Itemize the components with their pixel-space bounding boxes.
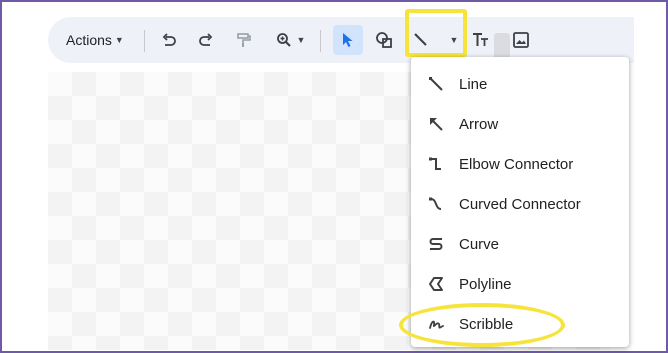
polyline-icon bbox=[425, 273, 447, 295]
menu-item-arrow[interactable]: Arrow bbox=[411, 104, 629, 144]
image-icon bbox=[513, 32, 529, 48]
line-type-menu: Line Arrow Elbow Connector Curved Connec… bbox=[411, 57, 629, 347]
toolbar-divider bbox=[320, 30, 321, 52]
shape-tool-button[interactable] bbox=[370, 17, 398, 63]
menu-item-polyline[interactable]: Polyline bbox=[411, 264, 629, 304]
menu-item-label: Curve bbox=[459, 235, 500, 253]
scribble-highlight-ring bbox=[399, 303, 565, 347]
text-box-icon bbox=[473, 33, 488, 46]
menu-item-label: Elbow Connector bbox=[459, 155, 574, 173]
curved-connector-icon bbox=[425, 193, 447, 215]
undo-icon bbox=[162, 33, 176, 46]
elbow-connector-icon bbox=[425, 153, 447, 175]
chevron-down-icon: ▼ bbox=[296, 35, 306, 45]
actions-menu-button[interactable]: Actions ▼ bbox=[66, 17, 124, 63]
chevron-down-icon: ▼ bbox=[114, 35, 124, 45]
select-cursor-icon bbox=[343, 33, 353, 47]
select-tool-button[interactable] bbox=[333, 25, 363, 55]
menu-item-line[interactable]: Line bbox=[411, 64, 629, 104]
menu-item-curve[interactable]: Curve bbox=[411, 224, 629, 264]
shape-icon bbox=[376, 32, 392, 48]
zoom-button[interactable]: ▼ bbox=[270, 17, 310, 63]
line-icon bbox=[425, 73, 447, 95]
menu-item-label: Line bbox=[459, 75, 488, 93]
redo-button[interactable] bbox=[193, 17, 219, 63]
redo-icon bbox=[199, 33, 213, 46]
menu-item-label: Arrow bbox=[459, 115, 499, 133]
menu-item-elbow-connector[interactable]: Elbow Connector bbox=[411, 144, 629, 184]
paint-format-button[interactable] bbox=[230, 17, 256, 63]
menu-item-curved-connector[interactable]: Curved Connector bbox=[411, 184, 629, 224]
line-tool-highlight bbox=[405, 9, 467, 57]
arrow-icon bbox=[425, 113, 447, 135]
menu-item-label: Polyline bbox=[459, 275, 512, 293]
paint-format-icon bbox=[237, 33, 251, 47]
menu-item-label: Curved Connector bbox=[459, 195, 581, 213]
undo-button[interactable] bbox=[156, 17, 182, 63]
zoom-icon bbox=[276, 33, 291, 47]
actions-label: Actions bbox=[66, 32, 112, 48]
curve-icon bbox=[425, 233, 447, 255]
toolbar-divider bbox=[144, 30, 145, 52]
